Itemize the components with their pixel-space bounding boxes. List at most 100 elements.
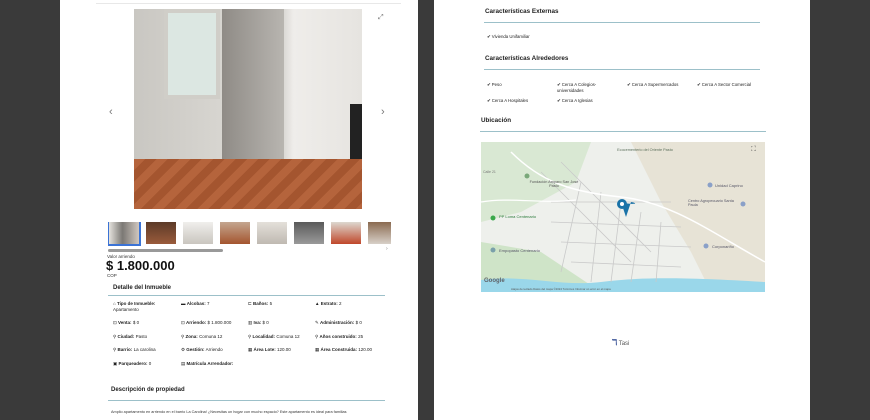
- detail-label: Administración:: [320, 320, 355, 325]
- detail-item: ⌂ Tipo de Inmueble: Apartamento: [113, 301, 179, 312]
- detail-label: Parqueadero:: [118, 361, 148, 366]
- description-text: Amplio apartamento en arriendo en el bar…: [111, 410, 347, 414]
- description-title: Descripción de propiedad: [111, 387, 185, 393]
- thumbnail-scrollbar[interactable]: [108, 249, 223, 252]
- detail-item: ▣ Parqueadero: 0: [113, 361, 179, 367]
- detail-label: Barrio:: [117, 347, 133, 352]
- map-label: Fundación Amparo San José Pasto: [529, 180, 579, 188]
- google-logo: Google: [484, 278, 505, 284]
- footer-brand: ℸ Tasi: [612, 338, 630, 347]
- left-page: ⤢ ‹ › › Valor arriendo $ 1.800.000 COP D…: [60, 0, 418, 420]
- detail-item: ⚲ Barrio: La carolina: [113, 347, 179, 353]
- detail-label: Venta:: [118, 320, 132, 325]
- thumbs-next-icon[interactable]: ›: [386, 246, 388, 252]
- thumbnail[interactable]: [331, 222, 361, 244]
- detail-value: 120.00: [277, 347, 291, 352]
- detail-value: $ 0: [355, 320, 362, 325]
- detail-value: $ 0: [262, 320, 269, 325]
- detail-label: Baños:: [253, 301, 269, 306]
- detail-title: Detalle del Inmueble: [113, 285, 172, 291]
- map-label: Calle 21: [483, 170, 496, 174]
- map-label: Centro Agropecuario Santa Paula: [688, 199, 734, 207]
- door: [222, 9, 284, 171]
- map-label: Ecocementerio del Oriente Pasto: [617, 148, 673, 152]
- thumbnail[interactable]: [294, 222, 324, 244]
- detail-value: 7: [207, 301, 210, 306]
- detail-value: 5: [269, 301, 273, 306]
- detail-label: Gestión:: [186, 347, 205, 352]
- surroundings-item: ✔ Cerca A Hospitales: [487, 98, 529, 103]
- external-item: ✔ Vivienda Unifamiliar: [487, 34, 530, 39]
- detail-value: Arriendo: [205, 347, 223, 352]
- detail-value: La carolina: [133, 347, 156, 352]
- detail-value: 120.00: [358, 347, 373, 352]
- next-arrow-icon[interactable]: ›: [381, 106, 385, 118]
- thumbnail[interactable]: [108, 222, 141, 246]
- detail-item: ▲ Estrato: 2: [315, 301, 395, 307]
- map-label: Unidad Caprino: [715, 183, 743, 188]
- thumbnail[interactable]: [257, 222, 287, 244]
- detail-item: ⚲ Zona: Comuna 12: [181, 334, 247, 340]
- detail-value: 25: [358, 334, 364, 339]
- detail-item: ⚲ Localidad: Comuna 12: [248, 334, 314, 340]
- surroundings-item: ✔ Cerca A Colegios-universidades: [557, 82, 597, 93]
- external-title: Características Externas: [485, 8, 559, 15]
- detail-item: ⚙ Gestión: Arriendo: [181, 347, 247, 353]
- surroundings-item: ✔ Cerca A Supermercados: [627, 82, 679, 87]
- detail-item: ▤ Matrícula Arrendador:: [181, 361, 247, 367]
- detail-label: Localidad:: [252, 334, 276, 339]
- detail-label: Ciudad:: [117, 334, 135, 339]
- detail-value: $ 1.800.000: [207, 320, 232, 325]
- surroundings-item: ✔ Cerca A Iglesias: [557, 98, 593, 103]
- fullscreen-icon[interactable]: ⛶: [751, 146, 756, 154]
- map-attribution[interactable]: Atajos de teclado Datos del mapa ©2024 T…: [511, 287, 611, 291]
- detail-label: Años construido:: [319, 334, 357, 339]
- surroundings-title: Características Alrededores: [485, 55, 569, 62]
- tile-floor: [134, 159, 362, 209]
- main-photo[interactable]: [134, 9, 362, 209]
- detail-label: Arriendo:: [186, 320, 207, 325]
- thumbnail[interactable]: [146, 222, 176, 244]
- currency: COP: [107, 273, 117, 278]
- prev-arrow-icon[interactable]: ‹: [109, 106, 113, 118]
- map-label: Corponariño: [712, 244, 735, 249]
- detail-value: Comuna 12: [276, 334, 300, 339]
- detail-label: Zona:: [185, 334, 198, 339]
- detail-item: ⊡ Arriendo: $ 1.800.000: [181, 320, 247, 326]
- detail-item: ⚲ Años construido: 25: [315, 334, 395, 340]
- expand-icon[interactable]: ⤢: [378, 14, 384, 22]
- location-map[interactable]: Ecocementerio del Oriente Pasto Fundació…: [481, 142, 765, 292]
- detail-value: 0: [148, 361, 152, 366]
- surroundings-item: ✔ Peso: [487, 82, 502, 87]
- detail-value: Apartamento: [113, 306, 139, 312]
- right-page: Características Externas ✔ Vivienda Unif…: [434, 0, 810, 420]
- detail-value: 2: [339, 301, 342, 306]
- surroundings-item: ✔ Cerca A Sector Comercial: [697, 82, 751, 87]
- surroundings-rule: [484, 69, 760, 70]
- description-rule: [108, 400, 385, 401]
- detail-value: Comuna 12: [199, 334, 223, 339]
- top-divider: [96, 3, 401, 4]
- detail-rule: [108, 295, 385, 296]
- location-title: Ubicación: [481, 117, 512, 124]
- thumbnail[interactable]: [183, 222, 213, 244]
- detail-item: ⊏ Baños: 5: [248, 301, 314, 307]
- detail-label: Tipo de Inmueble:: [116, 301, 156, 306]
- detail-item: ⚲ Ciudad: Pasto: [113, 334, 179, 340]
- thumbnail[interactable]: [368, 222, 391, 244]
- detail-label: Matrícula Arrendador:: [186, 361, 234, 366]
- detail-item: ▬ Alcobas: 7: [181, 301, 247, 307]
- external-rule: [484, 22, 760, 23]
- detail-item: ✎ Administración: $ 0: [315, 320, 395, 326]
- door-handle: [350, 104, 362, 164]
- detail-item: ⊡ Venta: $ 0: [113, 320, 179, 326]
- detail-label: Estrato:: [320, 301, 338, 306]
- detail-label: Iva:: [253, 320, 262, 325]
- detail-item: ▦ Área Construida: 120.00: [315, 347, 395, 353]
- detail-label: Alcobas:: [186, 301, 206, 306]
- detail-value: Pasto: [135, 334, 148, 339]
- detail-label: Área Construida:: [320, 347, 358, 352]
- price: $ 1.800.000: [106, 258, 175, 273]
- thumbnail[interactable]: [220, 222, 250, 244]
- detail-item: ▦ Área Lote: 120.00: [248, 347, 314, 353]
